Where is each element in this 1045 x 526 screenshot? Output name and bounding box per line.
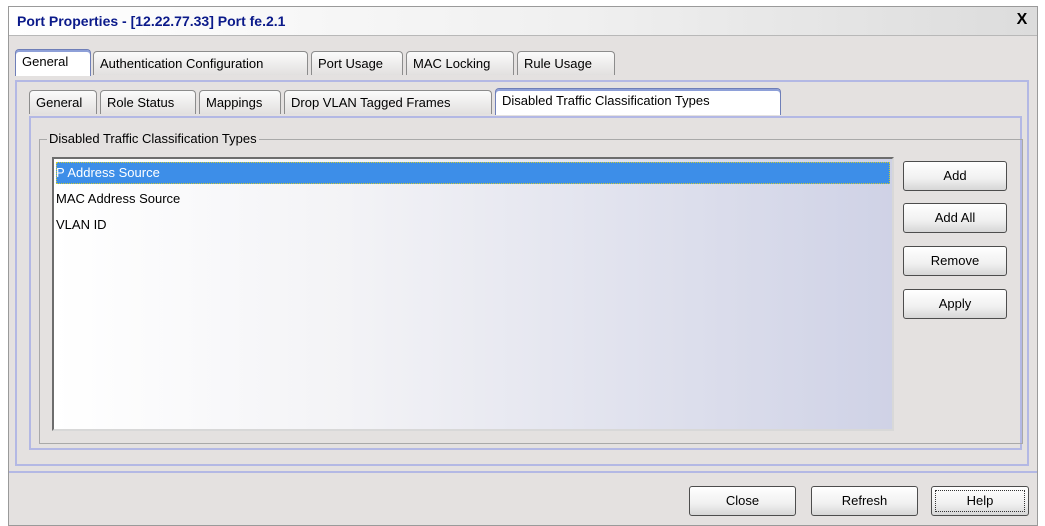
- close-button[interactable]: Close: [689, 486, 796, 516]
- list-item[interactable]: MAC Address Source: [56, 188, 890, 210]
- tab-mac-locking[interactable]: MAC Locking: [406, 51, 514, 75]
- subtab-disabled-traffic-classification-types[interactable]: Disabled Traffic Classification Types: [495, 88, 781, 115]
- add-button[interactable]: Add: [903, 161, 1007, 191]
- tab-authentication-configuration[interactable]: Authentication Configuration: [93, 51, 308, 75]
- tab-port-usage[interactable]: Port Usage: [311, 51, 403, 75]
- subtab-mappings[interactable]: Mappings: [199, 90, 281, 114]
- list-item[interactable]: P Address Source: [56, 162, 890, 184]
- group-title: Disabled Traffic Classification Types: [47, 131, 259, 146]
- remove-button[interactable]: Remove: [903, 246, 1007, 276]
- disabled-types-list[interactable]: P Address Source MAC Address Source VLAN…: [52, 157, 894, 431]
- tab-rule-usage[interactable]: Rule Usage: [517, 51, 615, 75]
- add-all-button[interactable]: Add All: [903, 203, 1007, 233]
- close-icon[interactable]: X: [1013, 11, 1031, 29]
- title-bar[interactable]: Port Properties - [12.22.77.33] Port fe.…: [9, 7, 1037, 36]
- help-button-label: Help: [935, 490, 1025, 512]
- apply-button[interactable]: Apply: [903, 289, 1007, 319]
- help-button[interactable]: Help: [931, 486, 1029, 516]
- subtab-role-status[interactable]: Role Status: [100, 90, 196, 114]
- refresh-button[interactable]: Refresh: [811, 486, 918, 516]
- subtab-drop-vlan-tagged-frames[interactable]: Drop VLAN Tagged Frames: [284, 90, 492, 114]
- port-properties-dialog: Port Properties - [12.22.77.33] Port fe.…: [8, 6, 1038, 526]
- window-title: Port Properties - [12.22.77.33] Port fe.…: [17, 13, 286, 29]
- tab-general[interactable]: General: [15, 49, 91, 76]
- footer-divider: [9, 471, 1037, 473]
- top-tab-strip: General Authentication Configuration Por…: [15, 49, 1025, 77]
- sub-tab-strip: General Role Status Mappings Drop VLAN T…: [29, 88, 1029, 116]
- subtab-general[interactable]: General: [29, 90, 97, 114]
- list-item[interactable]: VLAN ID: [56, 214, 890, 236]
